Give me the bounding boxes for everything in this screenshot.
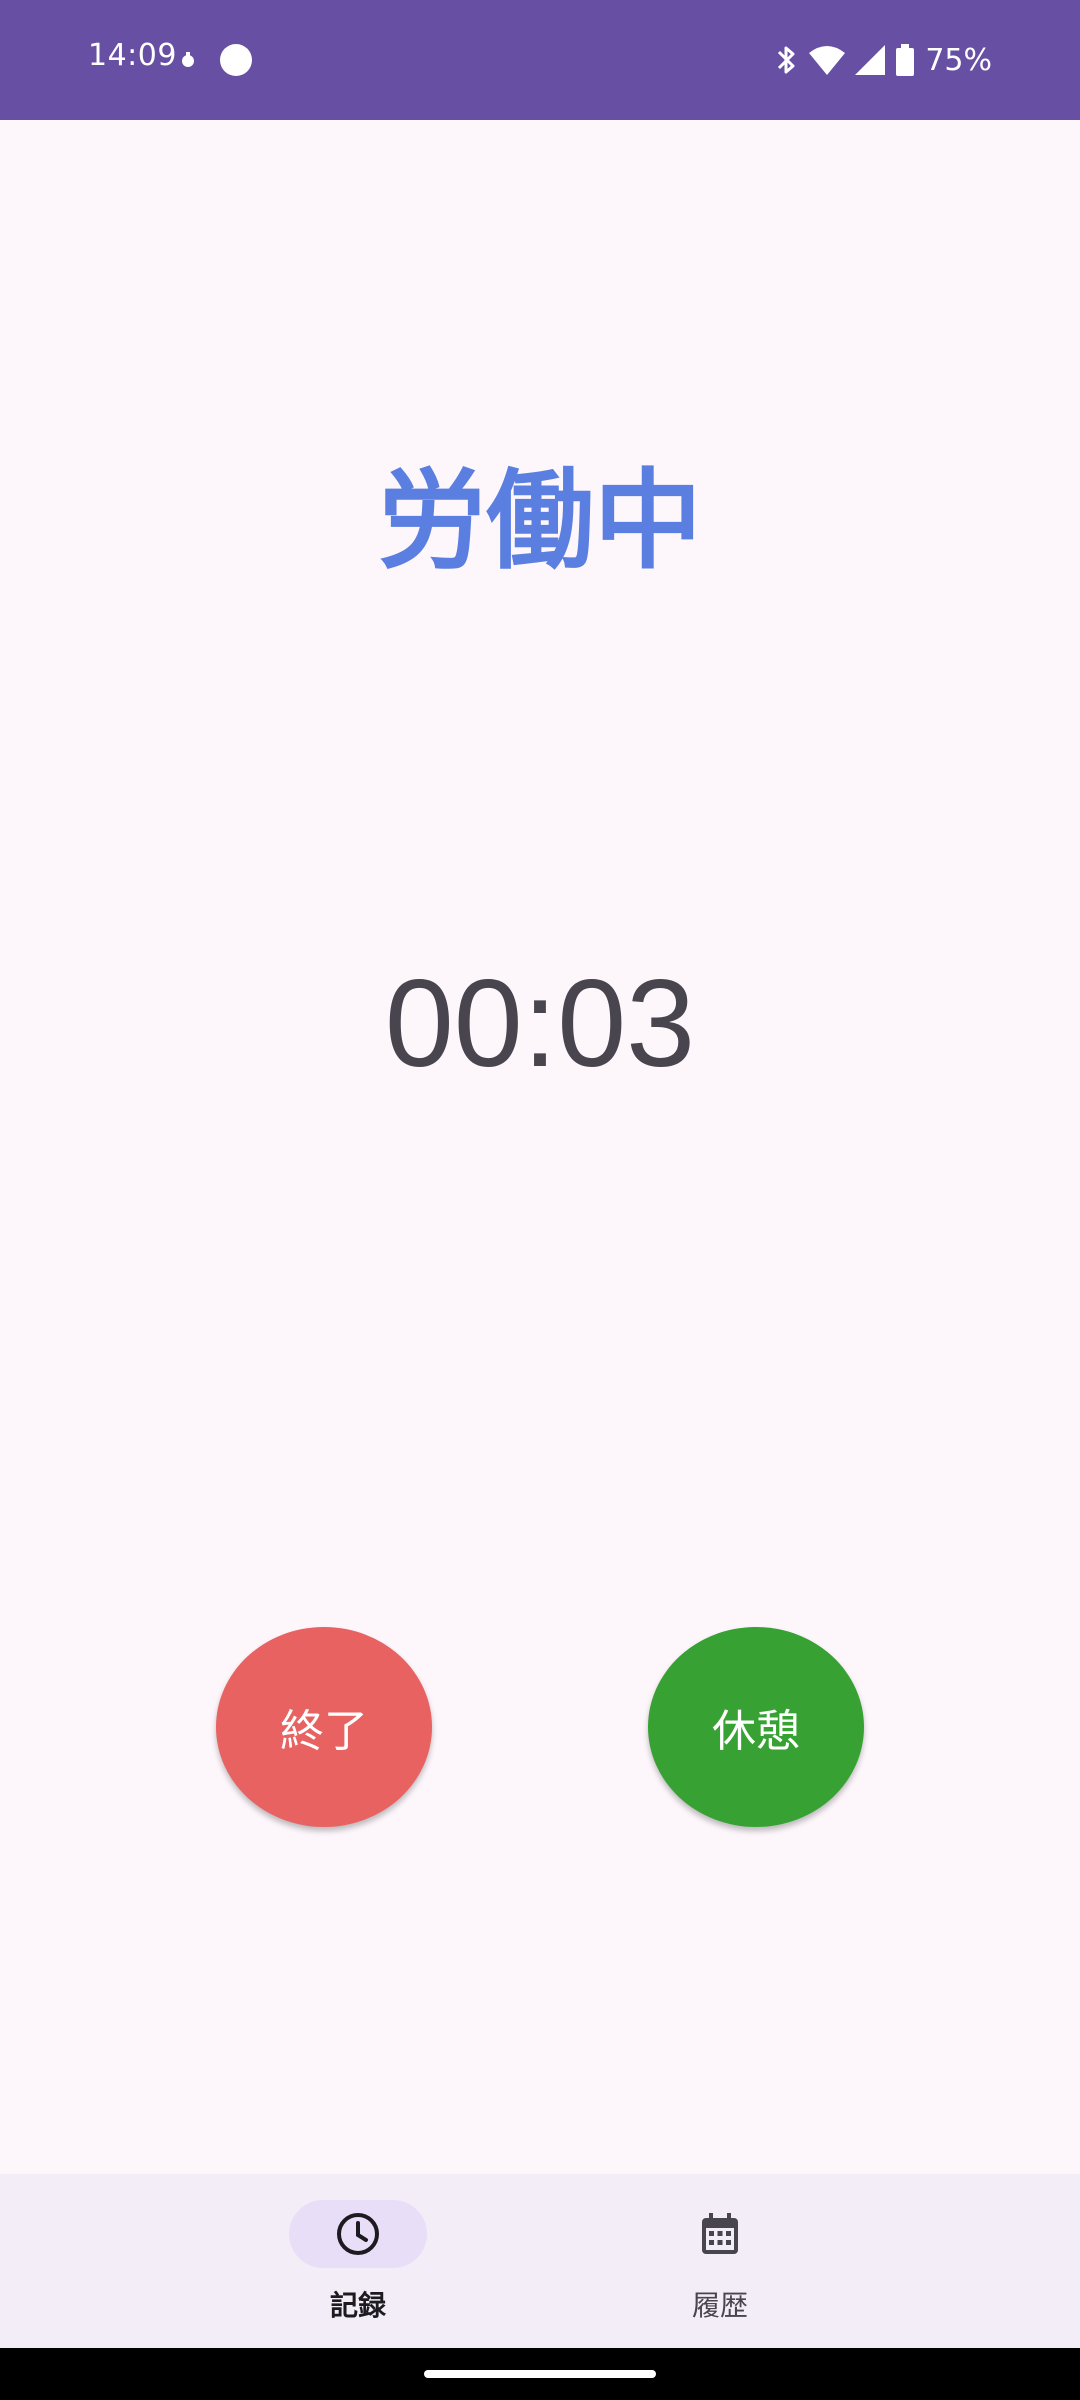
break-button[interactable]: 休憩 <box>648 1627 864 1827</box>
bluetooth-icon <box>778 46 795 74</box>
notification-dot-icon <box>182 52 194 67</box>
battery-icon <box>896 44 915 76</box>
nav-item-history[interactable]: 履歴 <box>620 2174 820 2348</box>
gesture-nav-bar <box>0 2348 1080 2400</box>
end-button[interactable]: 終了 <box>216 1627 432 1827</box>
clock-icon <box>337 2213 379 2255</box>
end-button-label: 終了 <box>280 1706 368 1757</box>
status-time: 14:09 <box>88 38 177 73</box>
status-icons: 75% <box>773 38 992 82</box>
wifi-icon <box>809 46 846 75</box>
gesture-handle[interactable] <box>424 2370 656 2378</box>
work-state-title: 労働中 <box>377 459 702 584</box>
signal-icon <box>855 45 886 75</box>
nav-label-record: 記録 <box>329 2289 386 2322</box>
bottom-navigation: 記録 履歴 <box>0 2174 1080 2348</box>
app-screen: 14:09 75% 労働中 00:03 終了 休憩 記録 履歴 <box>0 0 1080 2400</box>
break-button-label: 休憩 <box>712 1706 800 1757</box>
status-bar: 14:09 75% <box>0 0 1080 120</box>
calendar-icon <box>702 2213 738 2254</box>
circle-icon <box>220 44 252 76</box>
nav-item-record[interactable]: 記録 <box>258 2174 458 2348</box>
nav-label-history: 履歴 <box>691 2289 748 2322</box>
elapsed-timer: 00:03 <box>384 955 696 1093</box>
battery-percent: 75% <box>925 42 992 78</box>
